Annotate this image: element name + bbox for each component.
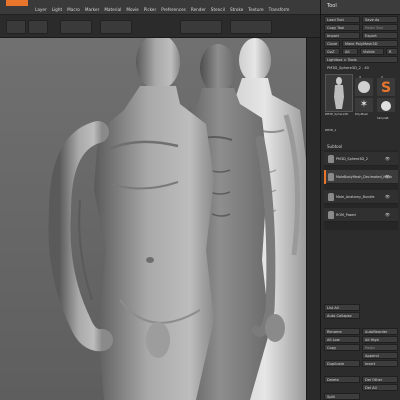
shelf-button[interactable]	[28, 20, 48, 34]
goz-button[interactable]: GoZ	[324, 48, 340, 55]
import-button[interactable]: Import	[324, 32, 360, 39]
subtool-thumbnail	[328, 155, 334, 163]
tool-thumbnail-star[interactable]: ✶	[355, 98, 373, 112]
menu-preferences[interactable]: Preferences	[161, 7, 186, 12]
menu-bar: Layer Light Macro Marker Material Movie …	[0, 0, 322, 15]
menu-layer[interactable]: Layer	[35, 7, 47, 12]
menu-accent	[6, 0, 28, 6]
current-tool-name: PM3D_Sphere3D_2 . 40	[327, 66, 369, 70]
auto-reorder-button[interactable]: AutoReorder	[362, 328, 398, 335]
all-high-button[interactable]: All High	[362, 336, 398, 343]
lightbox-tools-button[interactable]: Lightbox > Tools	[324, 56, 398, 63]
active-indicator	[324, 170, 326, 184]
save-as-button[interactable]: Save As	[362, 16, 398, 23]
subtool-header[interactable]: Subtool	[327, 144, 342, 149]
tool-thumbnail-sphere[interactable]	[355, 78, 373, 96]
subtool-name: ROM_Posed	[336, 213, 356, 217]
goz-visible-button[interactable]: Visible	[360, 48, 384, 55]
subtool-row[interactable]: PM3D_Sphere3D_2 👁	[324, 152, 398, 166]
tool-thumbnail-simple[interactable]	[377, 98, 395, 112]
subtool-name: PM3D_Sphere3D_2	[336, 157, 368, 161]
tool-thumbnail-polymesh[interactable]: S	[377, 78, 395, 96]
clone-button[interactable]: Clone	[324, 40, 340, 47]
subtool-name: Male_Anatomy_Bundle	[336, 195, 375, 199]
thumb-label: PM3D_Sphere3D	[325, 112, 349, 116]
export-button[interactable]: Export	[362, 32, 398, 39]
menu-texture[interactable]: Texture	[248, 7, 263, 12]
subtool-row[interactable]: ROM_Posed 👁	[324, 208, 398, 222]
shelf-slider[interactable]	[230, 20, 272, 34]
menu-stencil[interactable]: Stencil	[211, 7, 225, 12]
tool-palette-header[interactable]: Tool	[321, 0, 400, 15]
goz-r-button[interactable]: R	[386, 48, 398, 55]
shelf-button[interactable]	[60, 20, 92, 34]
copy-button[interactable]: Copy	[324, 344, 360, 351]
subtool-name: MaleBodyMesh_Decimated_Mesh	[336, 175, 393, 179]
tool-thumbnail-main[interactable]	[325, 74, 353, 112]
eye-icon[interactable]: 👁	[385, 212, 390, 217]
load-tool-button[interactable]: Load Tool	[324, 16, 360, 23]
append-button[interactable]: Append	[362, 352, 398, 359]
all-low-button[interactable]: All Low	[324, 336, 360, 343]
menu-render[interactable]: Render	[191, 7, 206, 12]
duplicate-button[interactable]: Duplicate	[324, 360, 360, 367]
thumb-label: PM3D_1	[325, 128, 337, 132]
right-shelf	[306, 38, 321, 400]
del-other-button[interactable]: Del Other	[362, 376, 398, 383]
tool-palette-title: Tool	[327, 3, 337, 9]
menu-macro[interactable]: Macro	[67, 7, 80, 12]
canvas-viewport[interactable]	[0, 38, 306, 400]
subtool-row[interactable]: Male_Anatomy_Bundle 👁	[324, 190, 398, 204]
split-button[interactable]: Split	[324, 393, 360, 400]
copy-tool-button[interactable]: Copy Tool	[324, 24, 360, 31]
make-polymesh-button[interactable]: Make PolyMesh3D	[342, 40, 398, 47]
subtool-row[interactable]: MaleBodyMesh_Decimated_Mesh 👁	[324, 170, 398, 184]
subtool-thumbnail	[328, 193, 334, 201]
thumb-count: 2	[381, 75, 383, 79]
list-all-button[interactable]: List All	[324, 304, 360, 311]
menu-movie[interactable]: Movie	[126, 7, 138, 12]
menu-light[interactable]: Light	[52, 7, 62, 12]
paste-button[interactable]: Paste	[362, 344, 398, 351]
rename-button[interactable]: Rename	[324, 328, 360, 335]
insert-button[interactable]: Insert	[362, 360, 398, 367]
thumb-count: 3	[359, 75, 361, 79]
thumb-label: SimpleB	[377, 116, 389, 120]
auto-collapse-button[interactable]: Auto Collapse	[324, 312, 360, 319]
svg-text:S: S	[381, 80, 391, 96]
del-all-button[interactable]: Del All	[362, 384, 398, 391]
tool-palette: Tool Load Tool Save As Copy Tool Paste T…	[320, 0, 400, 400]
subtool-thumbnail	[328, 211, 334, 219]
delete-button[interactable]: Delete	[324, 376, 360, 383]
paste-tool-button[interactable]: Paste Tool	[362, 24, 398, 31]
shelf-button[interactable]	[100, 20, 132, 34]
menu-marker[interactable]: Marker	[85, 7, 99, 12]
eye-icon[interactable]: 👁	[385, 156, 390, 161]
menu-picker[interactable]: Picker	[144, 7, 156, 12]
shelf-button[interactable]	[6, 20, 26, 34]
menu-stroke[interactable]: Stroke	[230, 7, 243, 12]
subtool-thumbnail	[328, 173, 334, 181]
eye-icon[interactable]: 👁	[385, 194, 390, 199]
goz-all-button[interactable]: All	[342, 48, 358, 55]
menu-material[interactable]: Material	[104, 7, 121, 12]
sculpt-figures	[0, 38, 306, 400]
thumb-label: PolyMesh	[355, 112, 369, 116]
shelf-slider[interactable]	[180, 20, 222, 34]
eye-icon[interactable]: 👁	[385, 174, 390, 179]
top-shelf	[0, 15, 320, 38]
menu-transform[interactable]: Transform	[269, 7, 290, 12]
